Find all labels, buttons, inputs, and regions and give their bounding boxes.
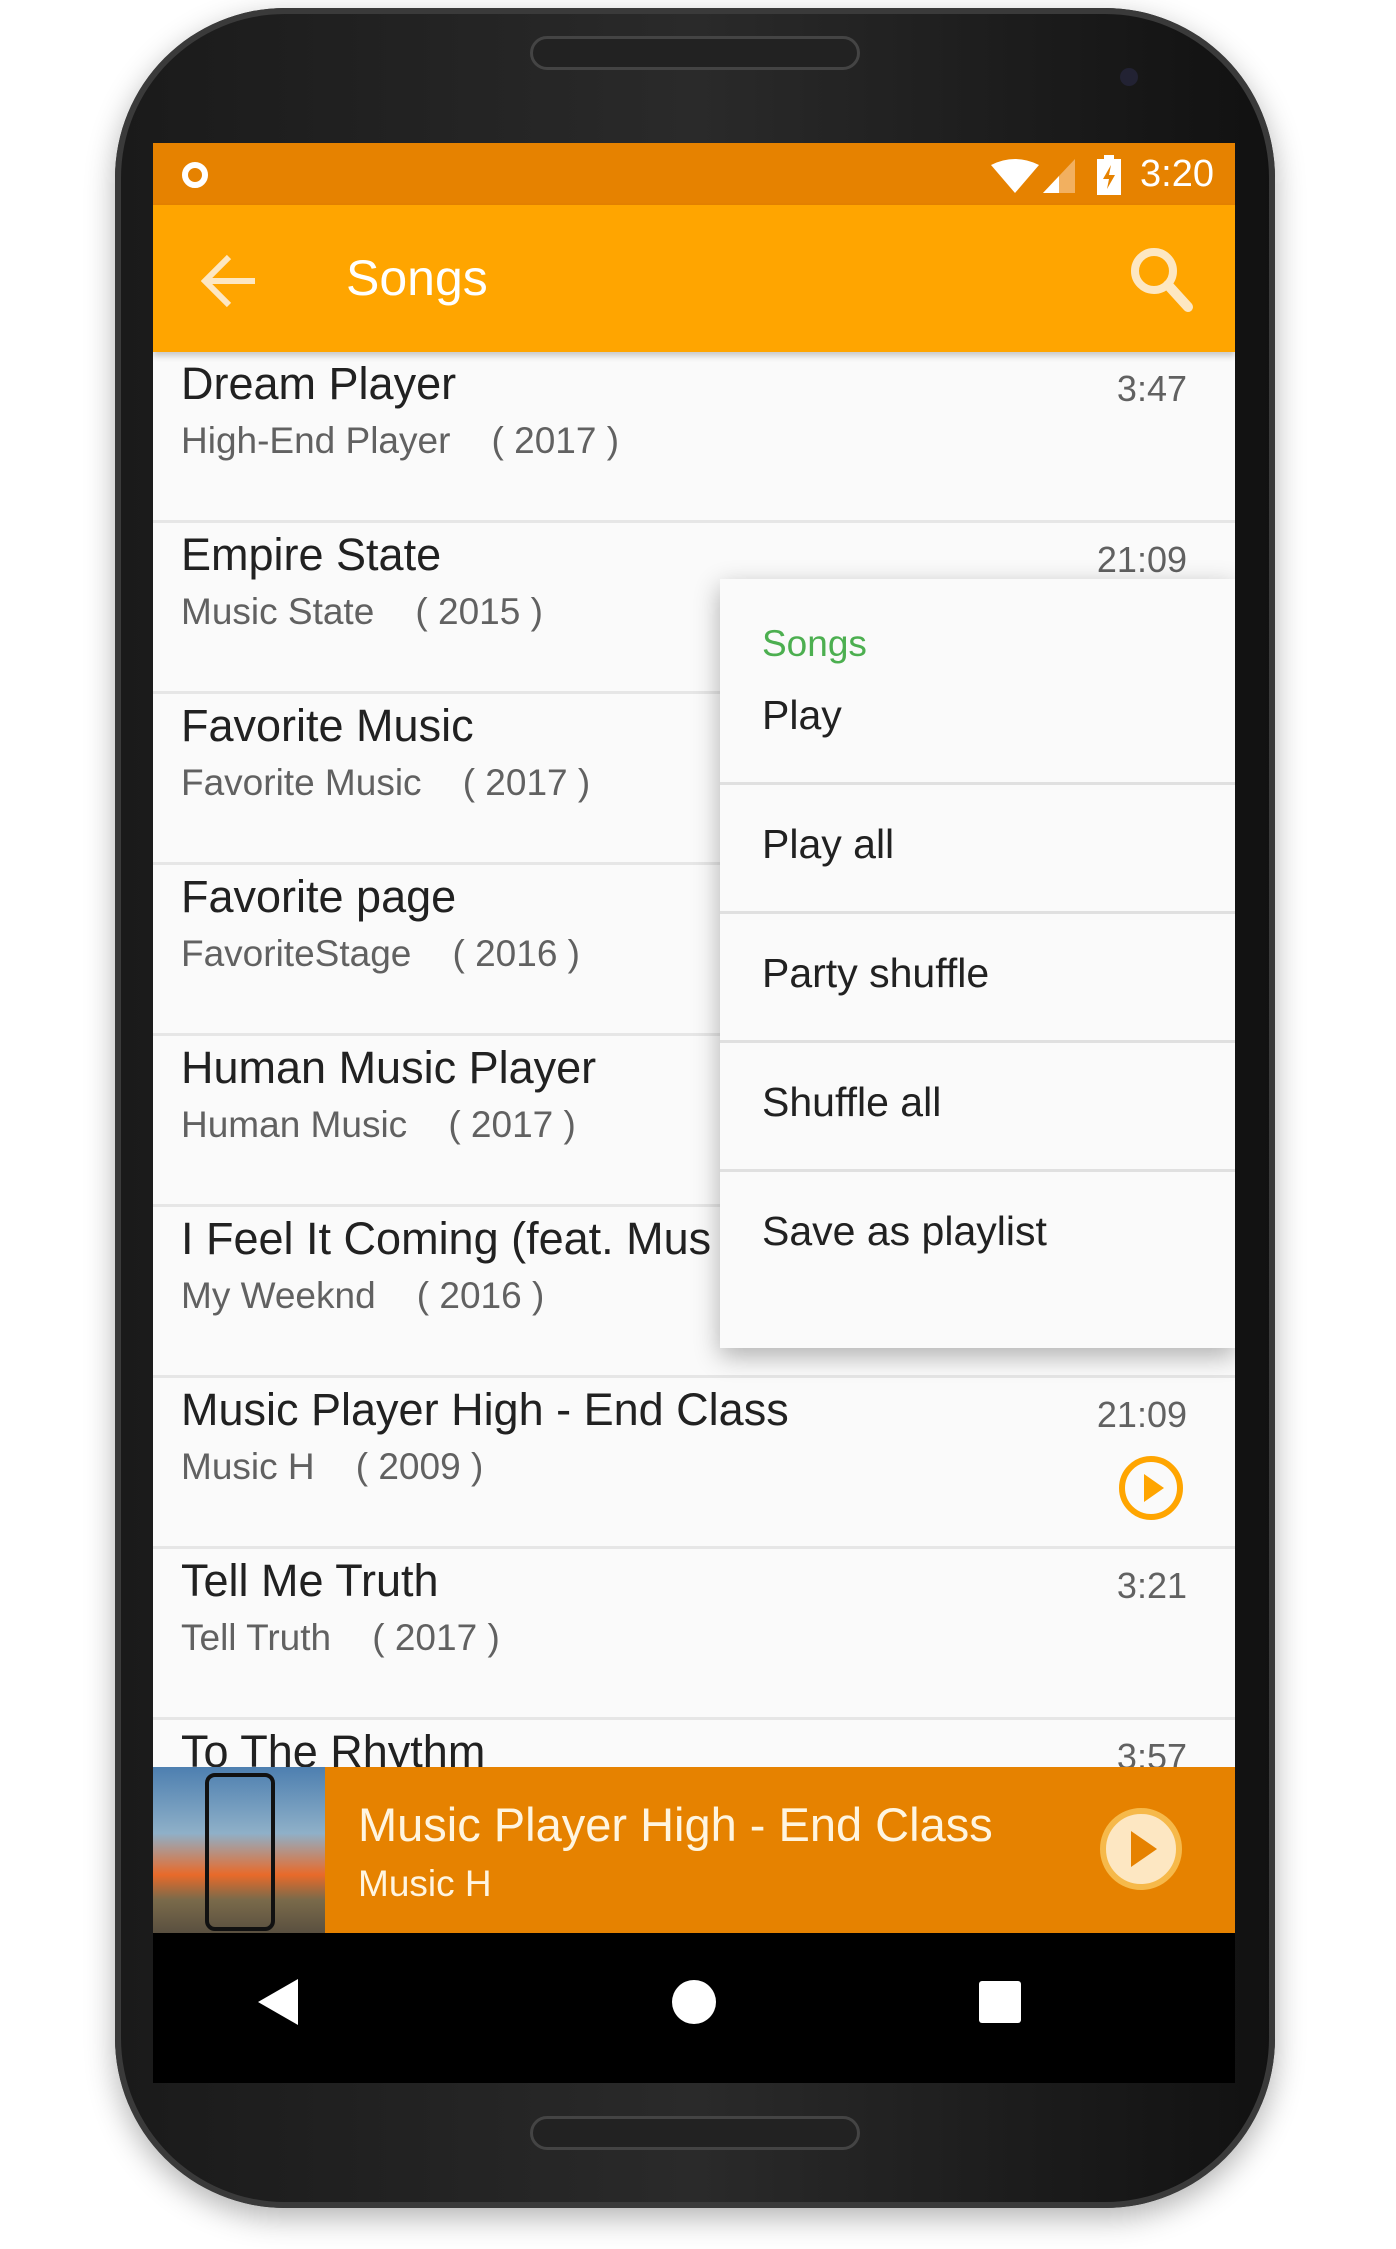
song-artist: FavoriteStage — [181, 933, 412, 974]
wifi-icon — [991, 159, 1039, 193]
song-duration: 21:09 — [1096, 1394, 1187, 1435]
song-year: ( 2017 ) — [372, 1617, 500, 1658]
song-title: Favorite page — [181, 871, 457, 922]
song-artist: Human Music — [181, 1104, 408, 1145]
status-time: 3:20 — [1140, 153, 1214, 195]
album-art — [153, 1767, 325, 1933]
song-title: Music Player High - End Class — [181, 1384, 789, 1435]
menu-item-label: Save as playlist — [762, 1208, 1047, 1254]
song-subtitle: Favorite Music ( 2017 ) — [181, 762, 590, 804]
song-title: Tell Me Truth — [181, 1555, 439, 1606]
home-nav-icon[interactable] — [671, 1979, 717, 2025]
status-bar: 3:20 — [153, 143, 1235, 205]
arrow-left-icon[interactable] — [201, 253, 257, 309]
song-year: ( 2015 ) — [415, 591, 543, 632]
song-subtitle: FavoriteStage ( 2016 ) — [181, 933, 580, 975]
battery-charging-icon — [1097, 155, 1121, 195]
song-title: I Feel It Coming (feat. Mus — [181, 1213, 712, 1264]
menu-item-label: Shuffle all — [762, 1079, 942, 1125]
song-subtitle: Music State ( 2015 ) — [181, 591, 543, 633]
song-row[interactable]: Dream Player High-End Player ( 2017 ) 3:… — [153, 352, 1235, 523]
song-title: Human Music Player — [181, 1042, 597, 1093]
menu-item-label: Play all — [762, 821, 895, 867]
song-year: ( 2016 ) — [452, 933, 580, 974]
menu-item-label: Party shuffle — [762, 950, 990, 996]
song-row[interactable]: Tell Me Truth Tell Truth ( 2017 ) 3:21 — [153, 1549, 1235, 1720]
song-title: Dream Player — [181, 358, 457, 409]
song-artist: Music State — [181, 591, 375, 632]
menu-item-label: Play — [762, 692, 842, 738]
song-duration: 3:21 — [1116, 1565, 1187, 1606]
song-year: ( 2017 ) — [448, 1104, 576, 1145]
now-playing-artist: Music H — [358, 1863, 492, 1904]
menu-item-shuffle-all[interactable]: Shuffle all — [720, 1043, 1235, 1172]
song-artist: High-End Player — [181, 420, 451, 461]
play-icon[interactable] — [1099, 1807, 1183, 1891]
song-subtitle: Music H ( 2009 ) — [181, 1446, 483, 1488]
song-artist: Favorite Music — [181, 762, 422, 803]
top-speaker — [530, 36, 860, 70]
song-artist: Music H — [181, 1446, 315, 1487]
page-title: Songs — [346, 250, 488, 306]
song-title: Empire State — [181, 529, 442, 580]
song-subtitle: Tell Truth ( 2017 ) — [181, 1617, 500, 1659]
song-row[interactable]: Music Player High - End Class Music H ( … — [153, 1378, 1235, 1549]
front-camera — [1120, 68, 1138, 86]
toolbar: Songs — [153, 205, 1235, 352]
now-playing-bar[interactable]: Music Player High - End Class Music H — [153, 1767, 1235, 1933]
song-year: ( 2017 ) — [462, 762, 591, 803]
recents-nav-icon[interactable] — [979, 1981, 1021, 2023]
song-subtitle: My Weeknd ( 2016 ) — [181, 1275, 544, 1317]
navigation-bar — [153, 1933, 1235, 2083]
song-artist: Tell Truth — [181, 1617, 332, 1658]
search-icon[interactable] — [1128, 245, 1194, 313]
song-year: ( 2017 ) — [491, 420, 620, 461]
context-menu: Songs Play Play all Party shuffle Shuffl… — [720, 579, 1235, 1348]
back-nav-icon[interactable] — [258, 1979, 298, 2025]
menu-item-party-shuffle[interactable]: Party shuffle — [720, 914, 1235, 1043]
song-duration: 3:47 — [1116, 368, 1187, 409]
song-duration: 21:09 — [1096, 539, 1187, 580]
song-year: ( 2009 ) — [355, 1446, 484, 1487]
play-circle-icon[interactable] — [1117, 1454, 1185, 1522]
now-playing-title: Music Player High - End Class — [358, 1798, 993, 1851]
menu-item-save-as-playlist[interactable]: Save as playlist — [720, 1172, 1235, 1301]
menu-item-play[interactable]: Play — [720, 656, 1235, 785]
bottom-speaker — [530, 2116, 860, 2150]
song-subtitle: Human Music ( 2017 ) — [181, 1104, 576, 1146]
song-year: ( 2016 ) — [416, 1275, 545, 1316]
menu-item-play-all[interactable]: Play all — [720, 785, 1235, 914]
signal-icon — [1043, 159, 1075, 193]
song-subtitle: High-End Player ( 2017 ) — [181, 420, 619, 462]
song-artist: My Weeknd — [181, 1275, 376, 1316]
song-title: Favorite Music — [181, 700, 474, 751]
screen: 3:20 Songs Dream Player High-End Player … — [153, 143, 1235, 1933]
notification-dot-icon — [182, 162, 208, 188]
